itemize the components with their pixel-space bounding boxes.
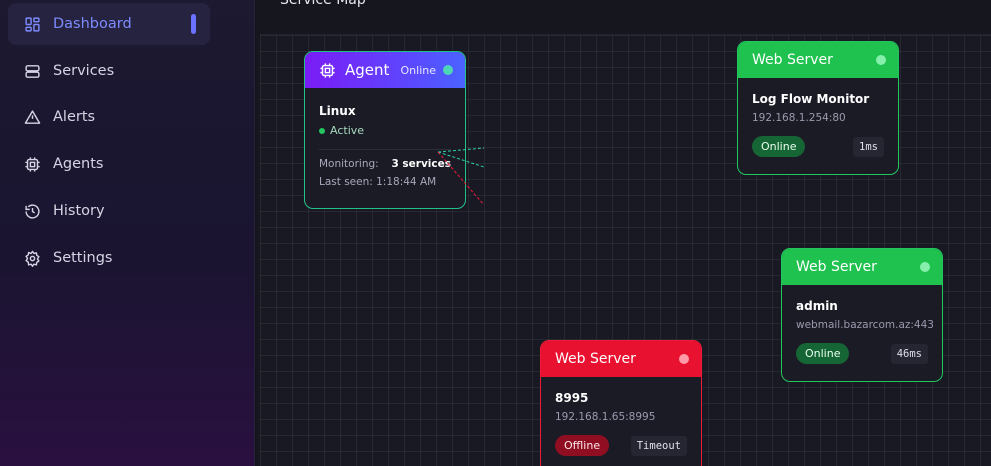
service-header: Web Server xyxy=(738,42,898,78)
active-indicator xyxy=(191,14,196,34)
status-dot xyxy=(920,262,930,272)
cpu-icon xyxy=(23,155,41,173)
alert-triangle-icon xyxy=(23,108,41,126)
connection-line xyxy=(437,147,485,153)
history-icon xyxy=(23,202,41,220)
dashboard-icon xyxy=(23,15,41,33)
service-title: Web Server xyxy=(796,259,877,275)
monitoring-label: Monitoring: xyxy=(319,158,379,170)
service-name: 8995 xyxy=(555,391,589,405)
connection-line xyxy=(437,151,485,205)
sidebar-item-settings[interactable]: Settings xyxy=(8,237,210,279)
sidebar-item-agents[interactable]: Agents xyxy=(8,143,210,185)
sidebar-item-dashboard[interactable]: Dashboard xyxy=(8,3,210,45)
status-dot xyxy=(443,65,453,75)
agent-title: Agent xyxy=(345,61,390,79)
status-badge: Offline xyxy=(555,435,610,456)
service-address: 192.168.1.254:80 xyxy=(752,112,846,124)
sidebar-item-alerts[interactable]: Alerts xyxy=(8,96,210,138)
service-name: admin xyxy=(796,299,838,313)
service-address: webmail.bazarcom.az:443 xyxy=(796,319,934,331)
sidebar-item-history[interactable]: History xyxy=(8,190,210,232)
connection-lines xyxy=(437,147,485,205)
sidebar-item-label: History xyxy=(53,203,105,219)
status-dot xyxy=(679,354,689,364)
status-badge: Online xyxy=(752,136,806,157)
agent-status-text: Online xyxy=(400,63,436,77)
divider xyxy=(319,149,451,150)
service-name: Log Flow Monitor xyxy=(752,92,870,106)
service-node[interactable]: Web Server 8995 192.168.1.65:8995 Offlin… xyxy=(540,340,702,466)
page-title: Service Map xyxy=(280,0,366,8)
latency-badge: 1ms xyxy=(853,136,884,157)
status-dot xyxy=(319,127,325,134)
agent-state-label: Active xyxy=(330,124,365,137)
service-node[interactable]: Web Server admin webmail.bazarcom.az:443… xyxy=(781,248,943,382)
service-header: Web Server xyxy=(541,341,701,377)
service-title: Web Server xyxy=(752,52,833,68)
sidebar-item-label: Services xyxy=(53,63,115,79)
agent-state: Active xyxy=(319,124,451,137)
server-icon xyxy=(23,62,41,80)
monitoring-row: Monitoring: 3 services xyxy=(319,158,451,170)
status-badge: Online xyxy=(796,343,850,364)
sidebar-item-label: Alerts xyxy=(53,109,96,125)
cpu-icon xyxy=(319,62,336,79)
sidebar-item-label: Agents xyxy=(53,156,104,172)
service-map-panel: Service Map Agent Online Linux Active Mo… xyxy=(256,0,991,466)
status-dot xyxy=(876,55,886,65)
agent-header: Agent Online xyxy=(305,52,465,88)
sidebar-item-label: Dashboard xyxy=(53,16,132,32)
service-header: Web Server xyxy=(782,249,942,285)
sidebar-item-label: Settings xyxy=(53,250,113,266)
service-title: Web Server xyxy=(555,351,636,367)
sidebar-item-services[interactable]: Services xyxy=(8,50,210,92)
latency-badge: 46ms xyxy=(890,343,928,364)
latency-badge: Timeout xyxy=(630,435,687,456)
agent-os: Linux xyxy=(319,104,356,118)
service-node[interactable]: Web Server Log Flow Monitor 192.168.1.25… xyxy=(737,41,899,175)
service-address: 192.168.1.65:8995 xyxy=(555,411,656,423)
gear-icon xyxy=(23,249,41,267)
sidebar: Dashboard Services Alerts Agents History… xyxy=(0,0,255,466)
last-seen: Last seen: 1:18:44 AM xyxy=(319,176,437,188)
